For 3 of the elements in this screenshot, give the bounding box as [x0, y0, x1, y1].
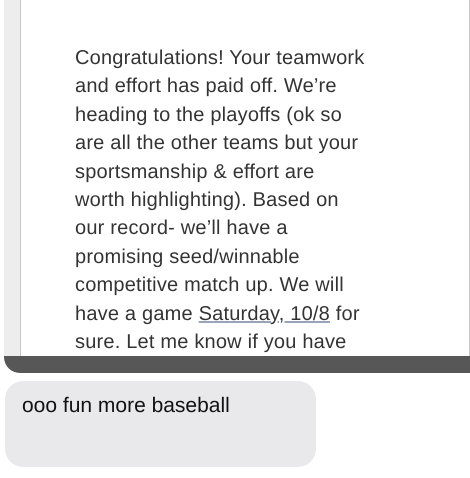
- email-body-text: Congratulations! Your teamwork and effort has paid off. We’re heading to the playoffs (ok so are all the other teams but your sportsmanship & effort are worth highlighting). Based on our record- we’ll have a promising seed/winnable competitive match up. We will have a game Saturday, 10/8 for sure. Let me know if you have: [75, 46, 366, 356]
- date-link[interactable]: Saturday, 10/8: [198, 302, 330, 325]
- message-text: ooo fun more baseball: [22, 394, 230, 417]
